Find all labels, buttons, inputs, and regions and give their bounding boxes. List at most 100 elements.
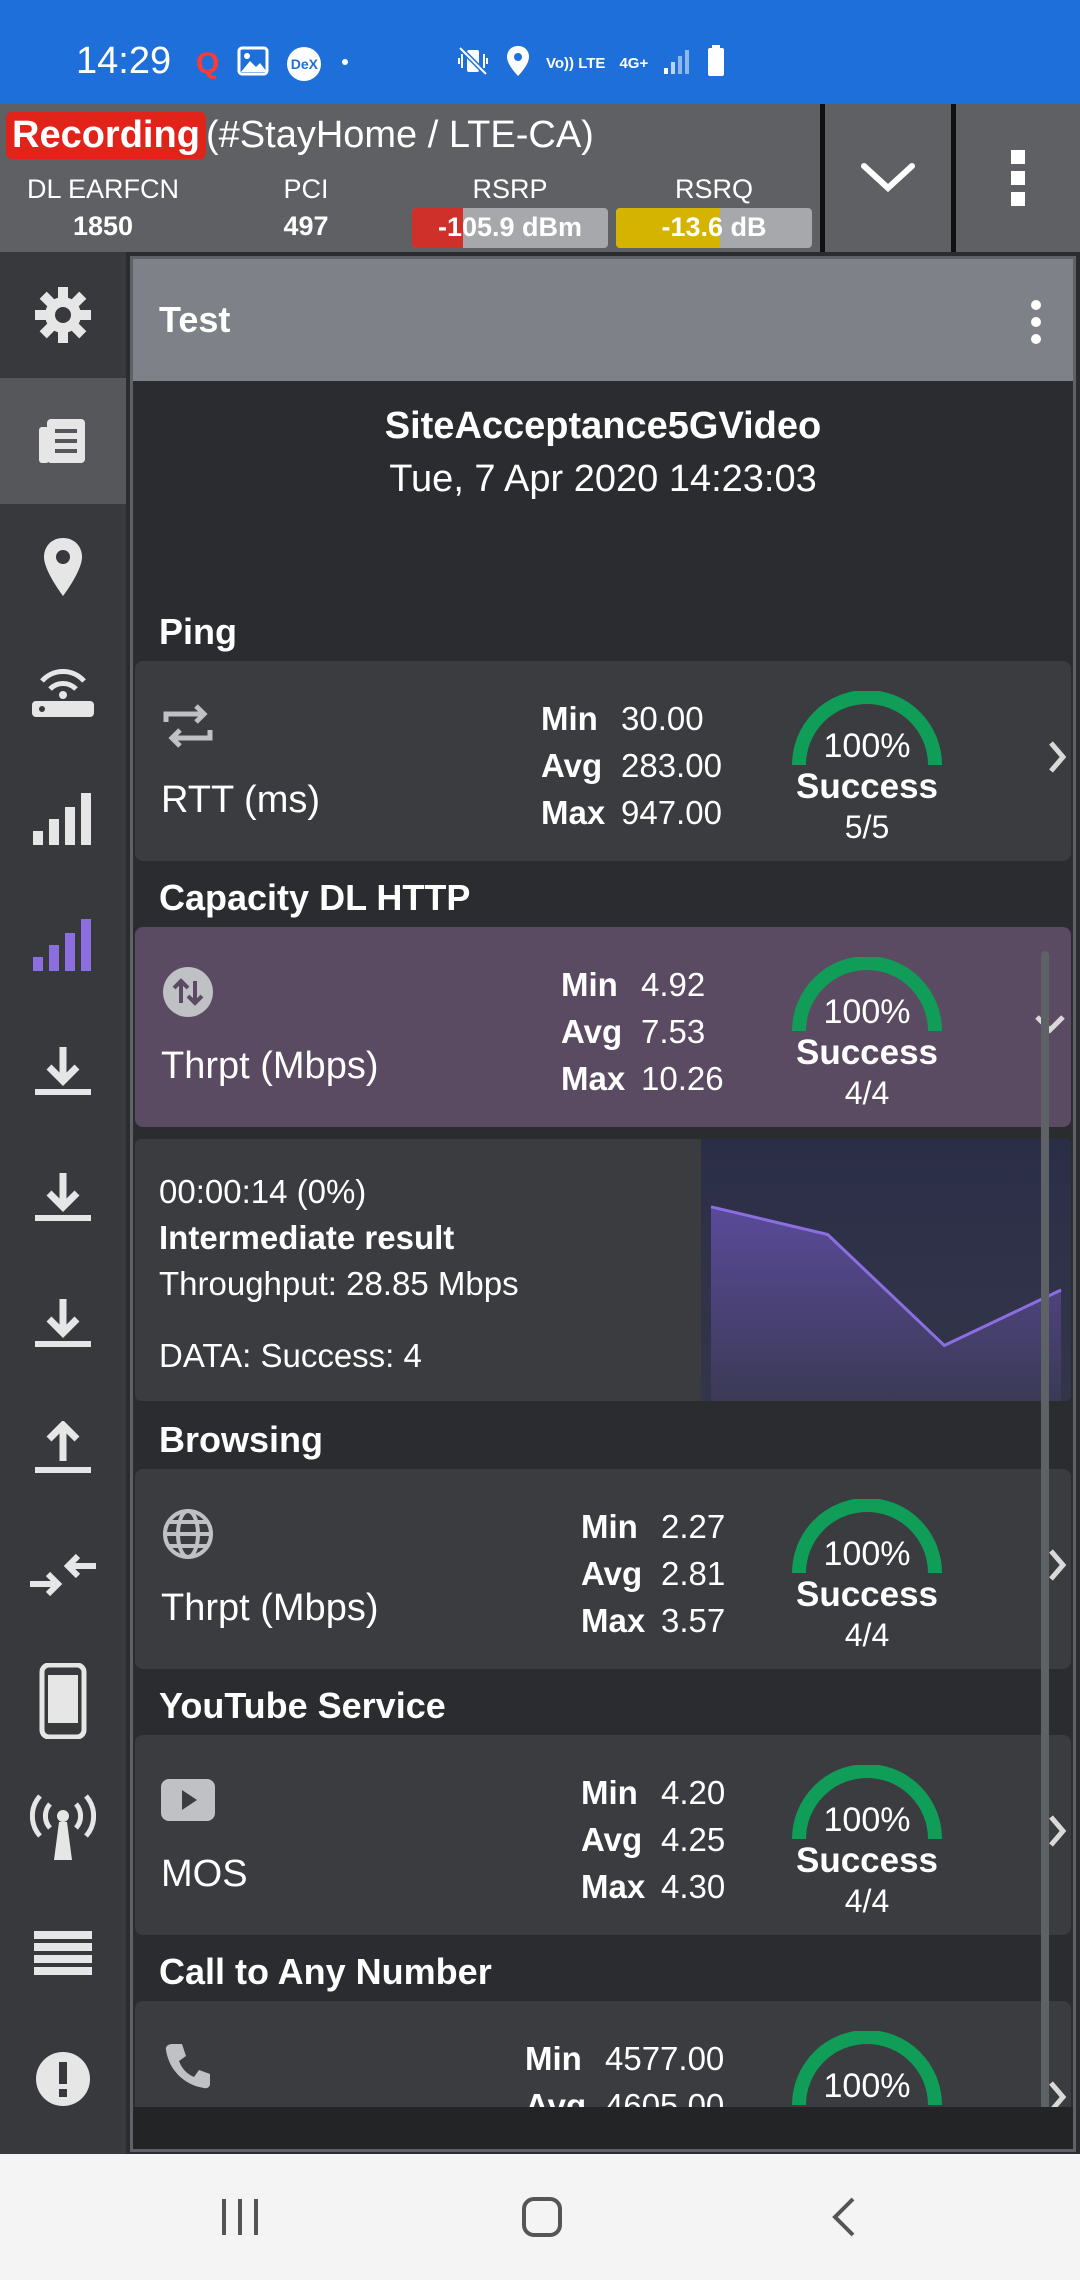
- list-icon: [34, 1931, 92, 1975]
- repeat-icon: [159, 697, 217, 755]
- sidebar: [0, 252, 126, 2154]
- recording-badge: Recording: [6, 112, 206, 159]
- sidebar-item-download-2[interactable]: [0, 1134, 126, 1260]
- rsrp-value: -105.9 dBm: [437, 212, 583, 242]
- sidebar-item-exchange[interactable]: [0, 1512, 126, 1638]
- sidebar-item-signal[interactable]: [0, 756, 126, 882]
- recent-apps-button[interactable]: [200, 2184, 280, 2250]
- rsrq-label: RSRQ: [674, 174, 753, 204]
- card-stats: Min 2.27 Avg 2.81 Max 3.57: [581, 1503, 725, 1644]
- q-icon: Q: [196, 46, 220, 80]
- battery-icon: [706, 44, 726, 83]
- sidebar-item-upload[interactable]: [0, 1386, 126, 1512]
- screen: 14:29 Q DeX Vo)) LTE 4G+ Recording (#Sta…: [0, 0, 1080, 2280]
- gauge-status: Success: [795, 1841, 939, 1880]
- panel-menu-button[interactable]: [1029, 299, 1043, 350]
- card-ping[interactable]: RTT (ms) Min 30.00 Avg 283.00 Max 947.00 10…: [135, 661, 1071, 861]
- panel-header: Test: [133, 259, 1073, 381]
- sidebar-item-map[interactable]: [0, 504, 126, 630]
- more-vertical-icon: [1011, 150, 1025, 206]
- dex-icon: DeX: [287, 46, 322, 81]
- gauge-count: 5/5: [844, 809, 890, 845]
- test-list: Ping RTT (ms) Min 30.00 Avg 283.00 Max 947.…: [133, 571, 1073, 2149]
- antenna-icon: [30, 1794, 96, 1860]
- phone-icon: [159, 2037, 217, 2095]
- sidebar-item-device[interactable]: [0, 1638, 126, 1764]
- chevron-down-icon: [861, 163, 915, 193]
- network-4g-icon: 4G+: [619, 55, 649, 72]
- sidebar-item-wifi[interactable]: [0, 630, 126, 756]
- section-title-ping: Ping: [159, 611, 237, 652]
- stat-avg: 7.53: [641, 1013, 706, 1050]
- more-vertical-icon: [1031, 300, 1041, 344]
- download-icon: [35, 1299, 91, 1347]
- card-label: MOS: [161, 1853, 248, 1895]
- intermediate-heading: Intermediate result: [159, 1219, 455, 1256]
- globe-icon: [159, 1505, 217, 1563]
- stat-avg: 2.81: [661, 1555, 726, 1592]
- home-button[interactable]: [502, 2184, 582, 2250]
- recording-bar: Recording (#StayHome / LTE-CA) DL EARFCN…: [0, 104, 1080, 252]
- list-scrollbar[interactable]: [1041, 951, 1049, 2149]
- rsrq-value: -13.6 dB: [661, 212, 767, 242]
- stat-max: 947.00: [621, 794, 722, 831]
- stat-key: Max: [581, 1868, 646, 1905]
- upload-icon: [35, 1421, 91, 1473]
- test-summary: SiteAcceptance5GVideo Tue, 7 Apr 2020 14…: [133, 381, 1073, 571]
- chevron-right-icon: [1049, 741, 1067, 773]
- expand-button[interactable]: [825, 104, 951, 252]
- gauge-count: 4/4: [844, 1883, 890, 1919]
- sidebar-item-download-1[interactable]: [0, 1008, 126, 1134]
- back-icon: [832, 2197, 855, 2237]
- dot-icon: [339, 55, 351, 73]
- system-icons: Vo)) LTE 4G+: [456, 44, 726, 83]
- pci: PCI 497: [246, 174, 366, 242]
- sidebar-item-signal-secondary[interactable]: [0, 882, 126, 1008]
- chevron-right-icon: [1049, 1815, 1067, 1847]
- gauge-percent: 100%: [823, 1801, 911, 1839]
- download-icon: [35, 1047, 91, 1095]
- back-button[interactable]: [804, 2184, 884, 2250]
- stat-min: 2.27: [661, 1508, 726, 1545]
- card-capacity-dl[interactable]: Thrpt (Mbps) Min 4.92 Avg 7.53 Max 10.26 10…: [135, 927, 1071, 1127]
- sidebar-item-settings[interactable]: [0, 252, 126, 378]
- elapsed-time: 00:00:14 (0%): [159, 1173, 367, 1210]
- arrows-exchange-icon: [30, 1553, 96, 1597]
- stat-key: Min: [541, 700, 598, 737]
- chevron-down-icon: [1035, 1015, 1065, 1034]
- chevron-right-icon: [1049, 1549, 1067, 1581]
- section-title-browsing: Browsing: [159, 1419, 324, 1460]
- alert-icon: [36, 2052, 90, 2106]
- panel-bottom: [133, 2107, 1073, 2149]
- recording-info[interactable]: Recording (#StayHome / LTE-CA) DL EARFCN…: [0, 104, 822, 252]
- notification-icons: Q DeX: [196, 46, 351, 81]
- stat-min: 4.92: [641, 966, 706, 1003]
- signal-bars-icon: [33, 793, 91, 845]
- signal-bars-purple-icon: [33, 919, 91, 971]
- mute-vibrate-icon: [456, 44, 490, 83]
- rsrq-meter: -13.6 dB: [616, 208, 812, 248]
- card-label: RTT (ms): [161, 779, 321, 821]
- section-title-youtube: YouTube Service: [159, 1685, 446, 1726]
- sidebar-item-report[interactable]: [0, 378, 126, 504]
- sidebar-item-antenna[interactable]: [0, 1764, 126, 1890]
- gauge-count: 4/4: [844, 1617, 890, 1653]
- stat-max: 3.57: [661, 1602, 726, 1639]
- signal-icon: [662, 46, 692, 81]
- test-name: SiteAcceptance5GVideo: [384, 405, 822, 447]
- sidebar-item-download-3[interactable]: [0, 1260, 126, 1386]
- stat-max: 4.30: [661, 1868, 726, 1905]
- sidebar-item-list[interactable]: [0, 1890, 126, 2016]
- section-title-call: Call to Any Number: [159, 1951, 492, 1992]
- stat-avg: 283.00: [621, 747, 722, 784]
- image-icon: [237, 46, 269, 81]
- rsrp-label: RSRP: [472, 174, 548, 204]
- sidebar-item-alerts[interactable]: [0, 2016, 126, 2142]
- card-browsing[interactable]: Thrpt (Mbps) Min 2.27 Avg 2.81 Max 3.57 100…: [135, 1469, 1071, 1669]
- stat-min: 30.00: [621, 700, 704, 737]
- test-panel: Test SiteAcceptance5GVideo Tue, 7 Apr 20…: [130, 256, 1076, 2152]
- card-youtube[interactable]: MOS Min 4.20 Avg 4.25 Max 4.30 100% Success…: [135, 1735, 1071, 1935]
- overflow-menu-button[interactable]: [956, 104, 1080, 252]
- throughput-chart: [701, 1139, 1071, 1401]
- home-icon: [522, 2197, 562, 2237]
